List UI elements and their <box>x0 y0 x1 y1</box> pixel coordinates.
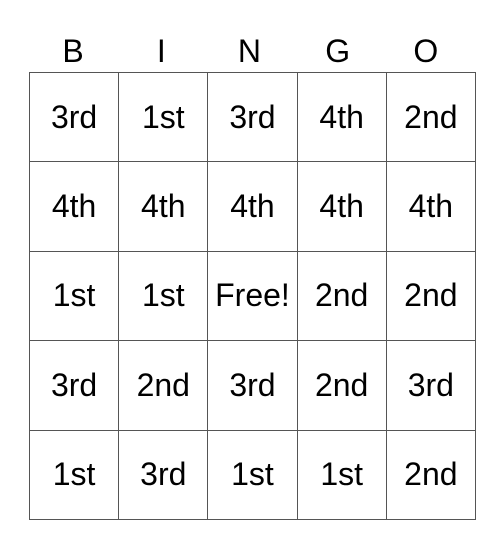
header-letter-n: N <box>237 33 262 69</box>
bingo-cell[interactable]: 4th <box>296 161 387 252</box>
bingo-board: 3rd 1st 3rd 4th 2nd 4th 4th 4th 4th 4th 1st 1st Free… <box>28 71 476 520</box>
bingo-cell[interactable]: 2nd <box>296 250 387 342</box>
bingo-cell[interactable]: 2nd <box>385 71 476 163</box>
bingo-cell[interactable]: 4th <box>28 161 120 252</box>
bingo-cell[interactable]: 2nd <box>296 340 387 431</box>
board-row: 3rd 2nd 3rd 2nd 3rd <box>28 340 476 431</box>
bingo-cell[interactable]: 1st <box>296 429 387 520</box>
bingo-cell[interactable]: 4th <box>385 161 476 252</box>
board-row: 3rd 1st 3rd 4th 2nd <box>28 71 476 163</box>
bingo-cell[interactable]: 2nd <box>385 250 476 342</box>
bingo-cell[interactable]: 2nd <box>385 429 476 520</box>
bingo-cell[interactable]: 3rd <box>385 340 476 431</box>
bingo-cell[interactable]: 2nd <box>118 340 209 431</box>
bingo-cell[interactable]: 1st <box>207 429 298 520</box>
bingo-cell[interactable]: 4th <box>118 161 209 252</box>
board-row: 1st 3rd 1st 1st 2nd <box>28 429 476 520</box>
board-row: 1st 1st Free! 2nd 2nd <box>28 250 476 342</box>
bingo-cell[interactable]: 4th <box>207 161 298 252</box>
bingo-cell[interactable]: 1st <box>118 71 209 163</box>
bingo-header: B I N G O <box>29 30 470 72</box>
header-letter-b: B <box>62 33 84 69</box>
bingo-cell[interactable]: 1st <box>28 250 120 342</box>
bingo-cell[interactable]: 1st <box>118 250 209 342</box>
bingo-cell[interactable]: 3rd <box>28 340 120 431</box>
bingo-cell[interactable]: 4th <box>296 71 387 163</box>
bingo-cell[interactable]: 1st <box>28 429 120 520</box>
header-letter-i: I <box>156 33 166 69</box>
header-letter-o: O <box>413 33 439 69</box>
free-space-cell[interactable]: Free! <box>207 250 298 342</box>
bingo-cell[interactable]: 3rd <box>207 340 298 431</box>
bingo-cell[interactable]: 3rd <box>28 71 120 163</box>
board-row: 4th 4th 4th 4th 4th <box>28 161 476 252</box>
bingo-cell[interactable]: 3rd <box>118 429 209 520</box>
header-letter-g: G <box>325 33 351 69</box>
bingo-cell[interactable]: 3rd <box>207 71 298 163</box>
